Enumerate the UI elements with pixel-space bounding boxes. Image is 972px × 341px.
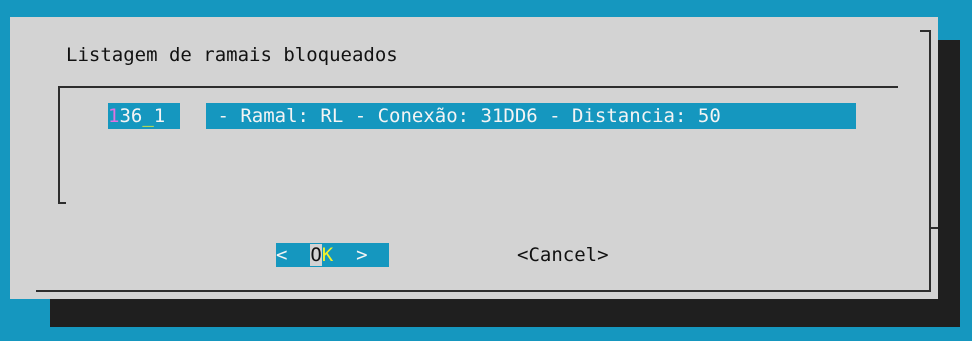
- dialog-frame-right: [929, 30, 931, 292]
- list-item-tag[interactable]: 136_1: [108, 103, 180, 129]
- list-frame-bottom-corner: [58, 202, 66, 204]
- ok-button[interactable]: < OK >: [276, 243, 389, 267]
- list-frame-left: [58, 86, 60, 204]
- dialog-frame-bottom: [36, 290, 931, 292]
- tag-chars-2: 36: [119, 105, 143, 127]
- dialog-frame-corner-top: [920, 30, 930, 32]
- dialog-frame-separator: [929, 227, 938, 229]
- list-item-description[interactable]: - Ramal: RL - Conexão: 31DD6 - Distancia…: [206, 103, 856, 129]
- tag-chars-3: 1: [153, 105, 166, 127]
- ok-letter-o: O: [310, 244, 322, 266]
- dialog-title: Listagem de ramais bloqueados: [66, 44, 398, 66]
- tag-char-1: 1: [108, 105, 120, 127]
- list-frame-top: [58, 86, 898, 88]
- tag-cursor: _: [142, 105, 154, 127]
- ok-hotkey-k: K: [321, 244, 334, 266]
- cancel-button[interactable]: <Cancel>: [517, 243, 609, 267]
- ok-bracket-left: <: [276, 244, 311, 266]
- ok-bracket-right: >: [333, 244, 368, 266]
